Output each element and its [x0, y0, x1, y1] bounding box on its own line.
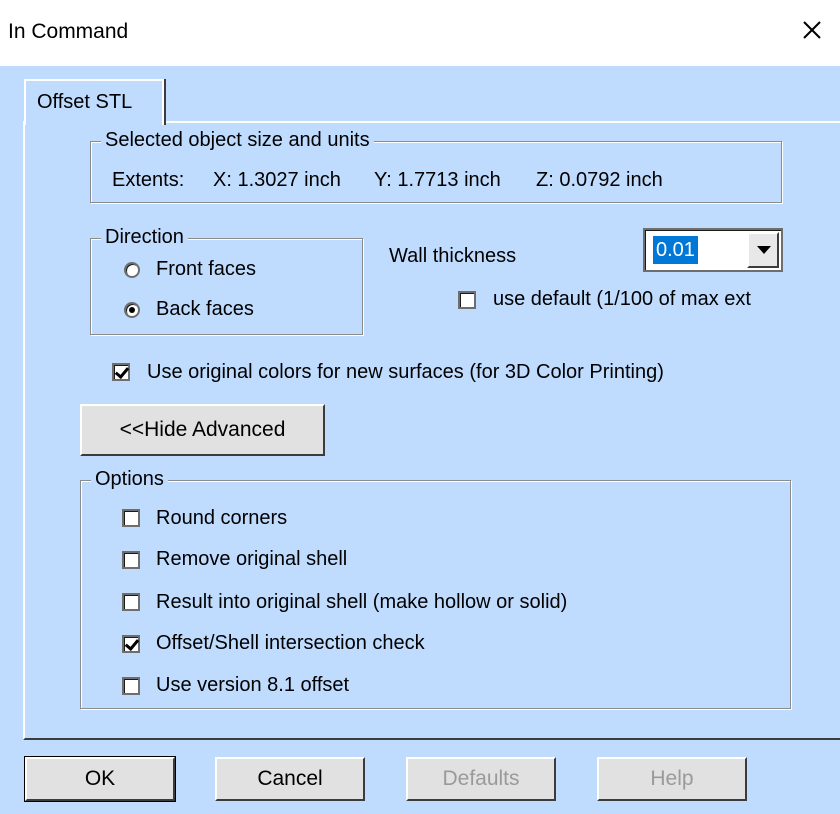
tab-offset-stl[interactable]: Offset STL: [24, 79, 164, 125]
tab-panel: [23, 121, 840, 740]
title-bar: In Command: [0, 0, 840, 66]
defaults-button[interactable]: Defaults: [406, 757, 556, 801]
in-command-dialog: In Command Offset STL Selected object si…: [0, 0, 840, 814]
cancel-button[interactable]: Cancel: [215, 757, 365, 801]
help-button[interactable]: Help: [597, 757, 747, 801]
close-icon[interactable]: [794, 12, 830, 48]
window-title: In Command: [8, 20, 129, 43]
tab-label: Offset STL: [37, 91, 133, 113]
ok-button[interactable]: OK: [24, 756, 176, 802]
